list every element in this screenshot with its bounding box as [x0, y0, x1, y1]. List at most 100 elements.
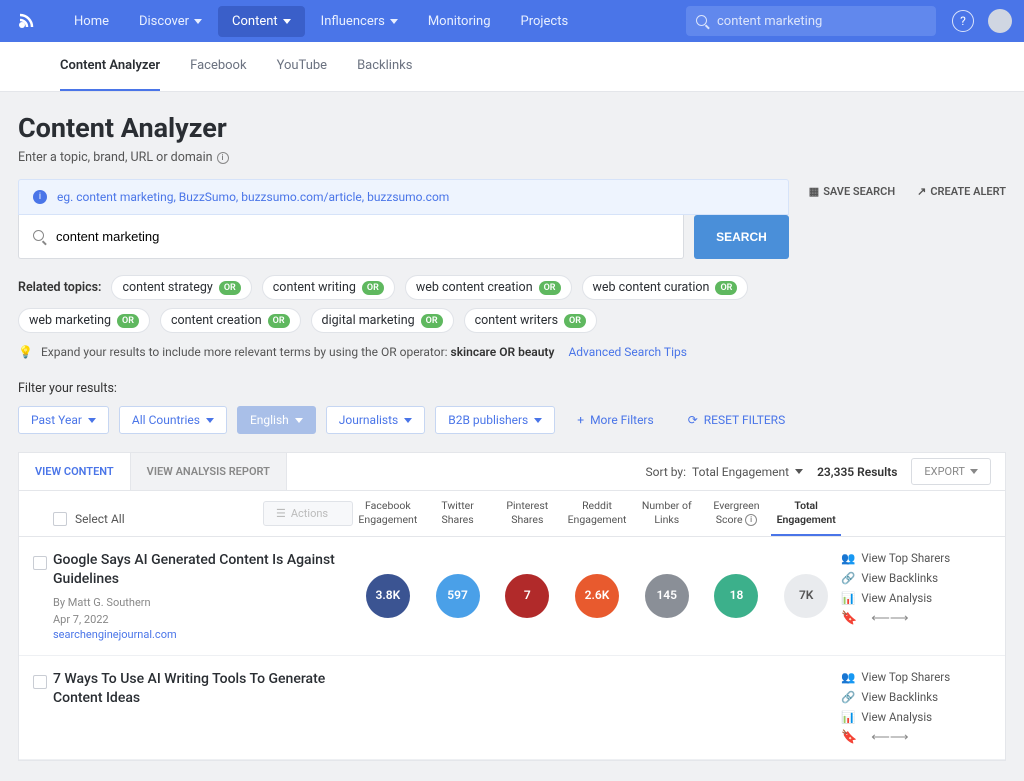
col-reddit-engagement[interactable]: RedditEngagement [562, 499, 632, 526]
or-badge: OR [117, 314, 139, 328]
side-icon: 🔗 [841, 690, 855, 704]
search-button[interactable]: SEARCH [694, 215, 789, 259]
filter-all-countries[interactable]: All Countries [119, 406, 227, 434]
chevron-down-icon [88, 418, 96, 423]
page-subtitle: Enter a topic, brand, URL or domain i [18, 150, 1006, 165]
save-search-link[interactable]: ▦ SAVE SEARCH [809, 185, 895, 198]
result-domain[interactable]: searchenginejournal.com [53, 628, 343, 641]
row-checkbox[interactable] [33, 556, 47, 570]
avatar[interactable] [988, 9, 1012, 33]
search-icon [33, 230, 46, 243]
subtab-youtube[interactable]: YouTube [277, 42, 328, 91]
topic-pill[interactable]: digital marketingOR [311, 308, 454, 333]
chevron-down-icon [390, 19, 398, 24]
col-evergreen-score[interactable]: EvergreenScore i [702, 499, 772, 526]
side-link[interactable]: 📊View Analysis [841, 591, 991, 605]
share-icon[interactable]: ⟵⟶ [871, 611, 908, 626]
topic-pill[interactable]: web content curationOR [582, 275, 749, 300]
nav-monitoring[interactable]: Monitoring [414, 6, 505, 37]
side-link[interactable]: 📊View Analysis [841, 710, 991, 724]
share-icon[interactable]: ⟵⟶ [871, 730, 908, 745]
actions-button[interactable]: ☰ Actions [263, 501, 353, 526]
chevron-down-icon [283, 19, 291, 24]
reset-filters[interactable]: ⟳RESET FILTERS [676, 407, 798, 433]
or-badge: OR [539, 281, 561, 295]
result-row: Google Says AI Generated Content Is Agai… [19, 537, 1005, 656]
or-badge: OR [421, 314, 443, 328]
save-icon: ▦ [809, 185, 819, 198]
chevron-down-icon [404, 418, 412, 423]
alert-icon: ↗ [917, 185, 926, 198]
top-search[interactable]: content marketing [686, 6, 936, 36]
metric-bubble: 145 [645, 574, 689, 618]
tab-view-analysis[interactable]: VIEW ANALYSIS REPORT [131, 453, 287, 490]
metric-bubble: 7 [505, 574, 549, 618]
metric-bubble: 7K [784, 574, 828, 618]
col-total-engagement[interactable]: TotalEngagement [771, 499, 841, 536]
chevron-down-icon [295, 418, 303, 423]
more-filters[interactable]: +More Filters [565, 407, 665, 433]
chevron-down-icon [970, 469, 978, 474]
nav-projects[interactable]: Projects [507, 6, 583, 37]
result-row: 7 Ways To Use AI Writing Tools To Genera… [19, 656, 1005, 760]
filter-past-year[interactable]: Past Year [18, 406, 109, 434]
result-date: Apr 7, 2022 [53, 612, 343, 629]
topic-pill[interactable]: content creationOR [160, 308, 301, 333]
side-link[interactable]: 🔗View Backlinks [841, 690, 991, 704]
info-icon[interactable]: i [217, 152, 229, 164]
create-alert-link[interactable]: ↗ CREATE ALERT [917, 185, 1006, 198]
related-label: Related topics: [18, 280, 101, 295]
filter-b2b-publishers[interactable]: B2B publishers [435, 406, 555, 434]
col-twitter-shares[interactable]: TwitterShares [423, 499, 493, 526]
nav-content[interactable]: Content [218, 6, 305, 37]
result-title[interactable]: 7 Ways To Use AI Writing Tools To Genera… [53, 670, 343, 708]
help-icon[interactable]: ? [952, 10, 974, 32]
or-badge: OR [268, 314, 290, 328]
topic-pill[interactable]: content writingOR [262, 275, 395, 300]
topic-pill[interactable]: web marketingOR [18, 308, 150, 333]
chevron-down-icon [206, 418, 214, 423]
select-all-checkbox[interactable] [53, 512, 67, 526]
metric-bubble: 597 [436, 574, 480, 618]
topic-pill[interactable]: content strategyOR [111, 275, 251, 300]
col-facebook-engagement[interactable]: FacebookEngagement [353, 499, 423, 526]
subtab-backlinks[interactable]: Backlinks [357, 42, 412, 91]
or-badge: OR [219, 281, 241, 295]
subtab-facebook[interactable]: Facebook [190, 42, 246, 91]
tab-view-content[interactable]: VIEW CONTENT [19, 453, 131, 490]
bookmark-icon[interactable]: 🔖 [841, 730, 857, 745]
bookmark-icon[interactable]: 🔖 [841, 611, 857, 626]
side-link[interactable]: 🔗View Backlinks [841, 571, 991, 585]
side-icon: 👥 [841, 670, 855, 684]
side-icon: 👥 [841, 551, 855, 565]
nav-discover[interactable]: Discover [125, 6, 216, 37]
row-checkbox[interactable] [33, 675, 47, 689]
advanced-tips-link[interactable]: Advanced Search Tips [568, 345, 686, 359]
search-tip: 💡 Expand your results to include more re… [18, 345, 1006, 359]
main-search-box[interactable] [18, 215, 684, 259]
main-search-input[interactable] [56, 229, 669, 244]
nav-influencers[interactable]: Influencers [307, 6, 412, 37]
page-title: Content Analyzer [18, 112, 1006, 144]
col-number-of-links[interactable]: Number ofLinks [632, 499, 702, 526]
or-badge: OR [362, 281, 384, 295]
nav-home[interactable]: Home [60, 6, 123, 37]
sort-control[interactable]: Sort by: Total Engagement 23,335 Results [646, 465, 898, 479]
filter-journalists[interactable]: Journalists [326, 406, 425, 434]
subtab-content-analyzer[interactable]: Content Analyzer [60, 42, 160, 91]
info-icon[interactable]: i [745, 514, 757, 526]
side-link[interactable]: 👥View Top Sharers [841, 551, 991, 565]
actions-icon: ☰ [276, 507, 286, 520]
col-pinterest-shares[interactable]: PinterestShares [492, 499, 562, 526]
result-title[interactable]: Google Says AI Generated Content Is Agai… [53, 551, 343, 589]
export-button[interactable]: EXPORT [911, 458, 991, 485]
reset-icon: ⟳ [688, 413, 698, 427]
side-link[interactable]: 👥View Top Sharers [841, 670, 991, 684]
topic-pill[interactable]: content writersOR [464, 308, 597, 333]
filter-label: Filter your results: [18, 381, 1006, 396]
metric-bubble: 18 [714, 574, 758, 618]
logo[interactable] [12, 7, 40, 35]
filter-english[interactable]: English [237, 406, 316, 434]
topic-pill[interactable]: web content creationOR [405, 275, 572, 300]
bulb-icon: 💡 [18, 345, 33, 359]
